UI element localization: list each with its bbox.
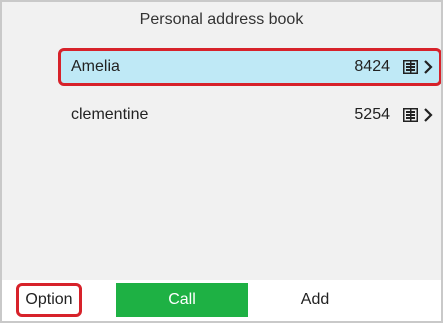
contact-row-clementine[interactable]: clementine 5254 xyxy=(58,96,441,134)
chevron-right-icon xyxy=(424,108,433,122)
contact-name: Amelia xyxy=(71,58,120,75)
phone-screen: Personal address book Amelia 8424 clemen… xyxy=(0,0,443,323)
contact-row-amelia[interactable]: Amelia 8424 xyxy=(58,48,441,86)
softkey-bar: Option Call Add xyxy=(2,280,441,321)
option-softkey[interactable]: Option xyxy=(16,283,82,317)
add-softkey[interactable]: Add xyxy=(249,283,381,317)
address-book-icon xyxy=(403,60,418,74)
contact-list: Amelia 8424 clementine 5254 xyxy=(58,48,441,144)
chevron-right-icon xyxy=(424,60,433,74)
contact-number: 8424 xyxy=(354,58,390,75)
contact-number: 5254 xyxy=(354,106,390,123)
address-book-icon xyxy=(403,108,418,122)
contact-name: clementine xyxy=(71,106,149,123)
page-title: Personal address book xyxy=(139,11,304,28)
call-softkey[interactable]: Call xyxy=(116,283,248,317)
